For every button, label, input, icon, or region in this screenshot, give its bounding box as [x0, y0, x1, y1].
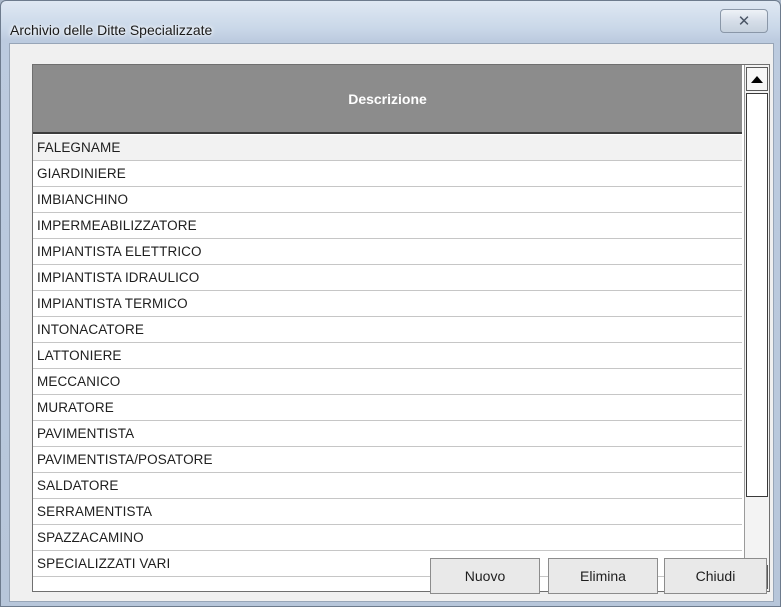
column-header-descrizione[interactable]: Descrizione — [33, 65, 742, 134]
title-bar[interactable]: Archivio delle Ditte Specializzate ✕ — [1, 1, 780, 43]
table-row[interactable]: IMPIANTISTA TERMICO — [33, 291, 742, 317]
arrow-up-icon — [751, 75, 763, 83]
dialog-body: Descrizione FALEGNAME GIARDINIERE IMBIANCH… — [9, 43, 774, 602]
table-row[interactable]: PAVIMENTISTA/POSATORE — [33, 447, 742, 473]
grid-rows: FALEGNAME GIARDINIERE IMBIANCHINO IMPERMEAB… — [33, 135, 742, 577]
window-title: Archivio delle Ditte Specializzate — [10, 22, 213, 38]
dialog-window: Archivio delle Ditte Specializzate ✕ Des… — [0, 0, 781, 607]
scroll-thumb[interactable] — [746, 93, 768, 497]
table-row[interactable]: MECCANICO — [33, 369, 742, 395]
table-row[interactable]: IMBIANCHINO — [33, 187, 742, 213]
table-row[interactable]: SERRAMENTISTA — [33, 499, 742, 525]
table-row[interactable]: SPAZZACAMINO — [33, 525, 742, 551]
table-row[interactable]: GIARDINIERE — [33, 161, 742, 187]
table-row[interactable]: SALDATORE — [33, 473, 742, 499]
close-icon: ✕ — [737, 12, 751, 30]
table-row[interactable]: IMPIANTISTA ELETTRICO — [33, 239, 742, 265]
table-row[interactable]: FALEGNAME — [33, 135, 742, 161]
table-row[interactable]: INTONACATORE — [33, 317, 742, 343]
scroll-up-button[interactable] — [746, 67, 768, 91]
table-row[interactable]: IMPERMEABILIZZATORE — [33, 213, 742, 239]
table-row[interactable]: PAVIMENTISTA — [33, 421, 742, 447]
specialties-grid: Descrizione FALEGNAME GIARDINIERE IMBIANCH… — [32, 64, 770, 592]
table-row[interactable]: IMPIANTISTA IDRAULICO — [33, 265, 742, 291]
new-button[interactable]: Nuovo — [430, 558, 540, 594]
delete-button[interactable]: Elimina — [548, 558, 658, 594]
vertical-scrollbar[interactable] — [744, 65, 769, 591]
table-row[interactable]: MURATORE — [33, 395, 742, 421]
close-button[interactable]: Chiudi — [664, 558, 767, 594]
close-window-button[interactable]: ✕ — [720, 9, 768, 33]
table-row[interactable]: LATTONIERE — [33, 343, 742, 369]
